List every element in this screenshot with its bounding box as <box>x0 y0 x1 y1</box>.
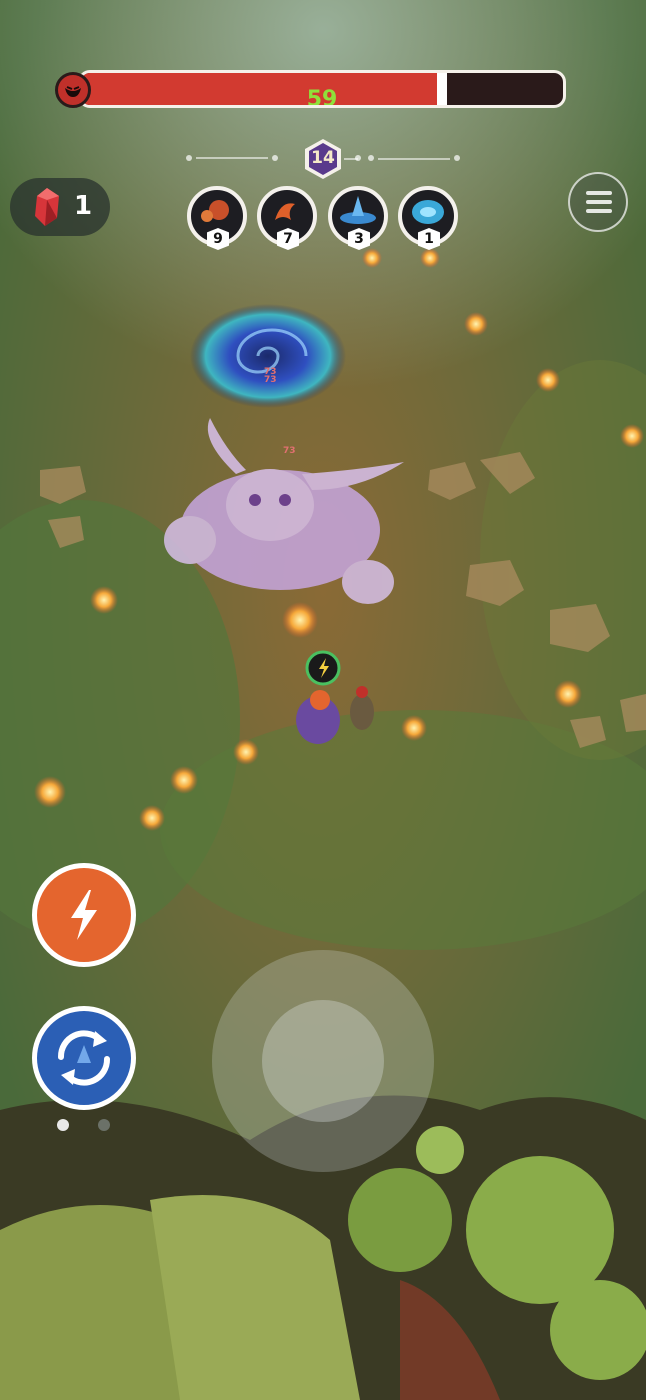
damage-number: 73 <box>283 446 296 456</box>
wave-progress-dot <box>186 155 192 161</box>
wave-progress-dot <box>272 155 278 161</box>
menu-button[interactable] <box>568 172 628 232</box>
swap-arrows-icon <box>57 1030 111 1086</box>
skill-level: 9 <box>207 228 229 250</box>
skill-flame-spin[interactable]: 7 <box>257 186 317 250</box>
boss-skull-icon <box>55 72 91 108</box>
swap-character-button[interactable] <box>32 1006 136 1110</box>
crystal-counter: 1 <box>10 178 110 236</box>
page-indicator-dot <box>98 1119 110 1131</box>
crystal-count: 1 <box>74 191 93 221</box>
skill-level: 3 <box>348 228 370 250</box>
page-indicator-dot-active <box>57 1119 69 1131</box>
joystick-knob[interactable] <box>262 1000 384 1122</box>
dash-button[interactable] <box>32 863 136 967</box>
skill-fire-burst[interactable]: 9 <box>187 186 247 250</box>
damage-number: 73 <box>264 375 277 385</box>
wave-progress-dot <box>355 155 361 161</box>
skill-ice-vortex[interactable]: 1 <box>398 186 458 250</box>
skill-water-tornado[interactable]: 3 <box>328 186 388 250</box>
boss-health-bar: 59 <box>78 70 566 108</box>
wave-progress-dot <box>454 155 460 161</box>
boss-health-value: 59 <box>306 87 338 108</box>
red-crystal-icon <box>35 188 59 226</box>
wave-progress-track-left <box>196 157 268 159</box>
skill-level: 1 <box>418 228 440 250</box>
lightning-bolt-icon <box>71 890 97 940</box>
wave-progress-track-right <box>378 158 450 160</box>
skill-level: 7 <box>277 228 299 250</box>
wave-progress-dot <box>368 155 374 161</box>
level-badge: 14 <box>303 138 343 180</box>
level-number: 14 <box>311 148 335 168</box>
